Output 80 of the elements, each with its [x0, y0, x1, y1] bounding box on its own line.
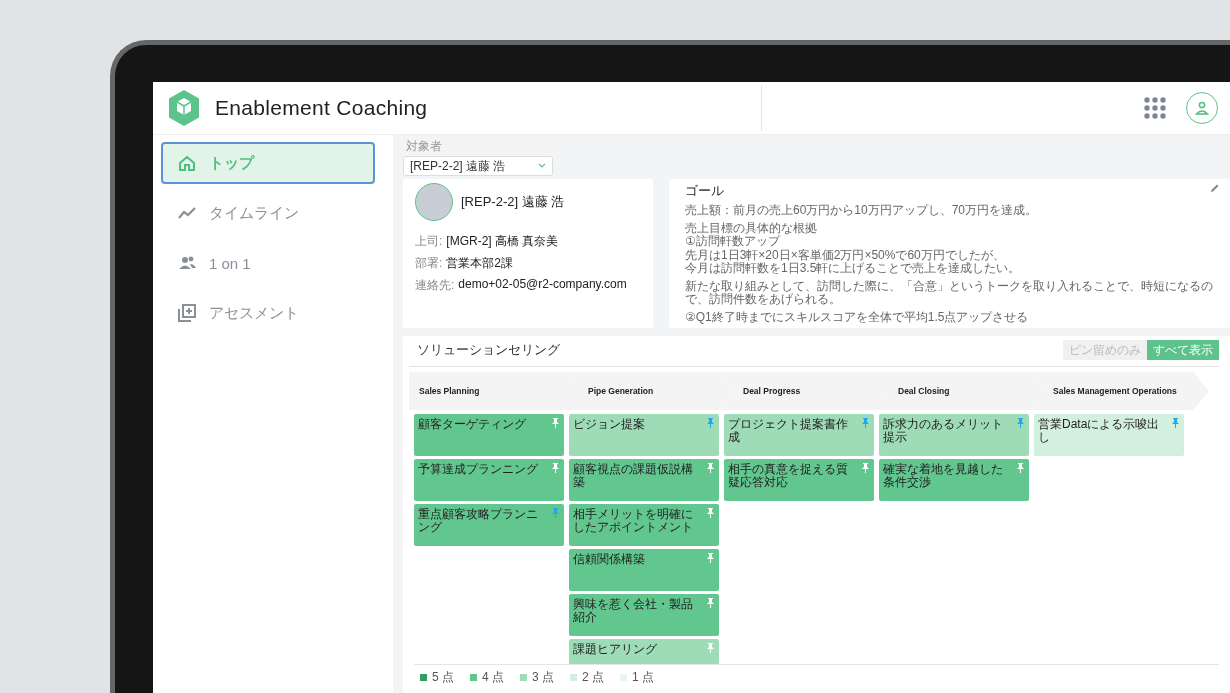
skill-card[interactable]: 予算達成プランニング: [414, 459, 564, 501]
person-icon: [1195, 101, 1209, 115]
pushpin-icon[interactable]: [706, 508, 715, 518]
skill-label: 顧客視点の課題仮説構築: [573, 463, 694, 489]
pushpin-icon[interactable]: [1016, 418, 1025, 428]
pushpin-icon[interactable]: [706, 553, 715, 563]
skill-card[interactable]: 興味を惹く会社・製品紹介: [569, 594, 719, 636]
legend-label: 3 点: [532, 669, 555, 686]
goal-title: ゴール: [685, 182, 724, 200]
goal-text-line: 新たな取り組みとして、訪問した際に、「合意」というトークを取り入れることで、時短になるので、訪問件数をあげられる。: [685, 279, 1214, 307]
field-value: demo+02-05@r2-company.com: [458, 277, 627, 293]
skill-card[interactable]: 訴求力のあるメリット提示: [879, 414, 1029, 456]
apps-grid-icon[interactable]: [1144, 97, 1166, 119]
skill-label: 興味を惹く会社・製品紹介: [573, 598, 694, 624]
pushpin-icon[interactable]: [706, 598, 715, 608]
legend-label: 1 点: [632, 669, 655, 686]
skill-card[interactable]: 信頼関係構築: [569, 549, 719, 591]
stage-header: Sales Management Operations: [1029, 372, 1209, 410]
chevron-down-icon: [538, 163, 546, 169]
legend-label: 4 点: [482, 669, 505, 686]
skill-label: 訴求力のあるメリット提示: [883, 418, 1004, 444]
pushpin-icon[interactable]: [551, 418, 560, 428]
stage-header: Deal Progress: [719, 372, 890, 410]
skill-label: 信頼関係構築: [573, 553, 645, 566]
pushpin-icon[interactable]: [1171, 418, 1180, 428]
goal-text-line: 今月は訪問軒数を1日3.5軒に上げることで売上を達成したい。: [685, 262, 1021, 276]
skill-label: ビジョン提案: [573, 418, 645, 431]
target-select[interactable]: [REP-2-2] 遠藤 浩: [403, 156, 553, 176]
skill-card[interactable]: ビジョン提案: [569, 414, 719, 456]
section-title: ソリューションセリング: [417, 341, 560, 359]
pushpin-icon[interactable]: [551, 463, 560, 473]
stage-header: Sales Planning: [409, 372, 580, 410]
logo-icon: [167, 89, 201, 127]
field-value: [MGR-2] 高橋 真奈美: [446, 233, 559, 250]
skill-card[interactable]: 顧客視点の課題仮説構築: [569, 459, 719, 501]
pushpin-icon[interactable]: [706, 418, 715, 428]
skill-label: プロジェクト提案書作成: [728, 418, 849, 444]
goal-text-line: 売上目標の具体的な根拠: [685, 221, 817, 235]
field-label: 上司:: [415, 233, 443, 250]
goal-text-line: ②Q1終了時までにスキルスコアを全体で平均1.5点アップさせる: [685, 310, 1029, 324]
skill-label: 相手メリットを明確にしたアポイントメント: [573, 508, 694, 534]
field-label: 連絡先:: [415, 277, 455, 294]
skill-label: 確実な着地を見越した条件交渉: [883, 463, 1004, 489]
skill-label: 営業Dataによる示唆出し: [1038, 418, 1161, 444]
field-value: 営業本部2課: [446, 255, 514, 272]
skill-card[interactable]: プロジェクト提案書作成: [724, 414, 874, 456]
legend-label: 2 点: [582, 669, 605, 686]
goal-text-line: ①訪問軒数アップ: [685, 235, 780, 249]
select-label: 対象者: [406, 138, 443, 155]
skill-label: 重点顧客攻略プランニング: [418, 508, 539, 534]
pushpin-icon[interactable]: [706, 643, 715, 653]
skill-label: 予算達成プランニング: [418, 463, 538, 476]
add-stack-icon: [177, 303, 197, 323]
skill-card[interactable]: 相手の真意を捉える質疑応答対応: [724, 459, 874, 501]
field-label: 部署:: [415, 255, 443, 272]
pushpin-icon[interactable]: [706, 463, 715, 473]
home-icon: [177, 153, 197, 173]
skill-label: 相手の真意を捉える質疑応答対応: [728, 463, 849, 489]
skill-label: 課題ヒアリング: [573, 643, 657, 656]
profile-name: [REP-2-2] 遠藤 浩: [461, 193, 565, 211]
skill-card[interactable]: 顧客ターゲティング: [414, 414, 564, 456]
pushpin-icon[interactable]: [861, 463, 870, 473]
goal-text-line: 売上額：前月の売上60万円から10万円アップし、70万円を達成。: [685, 204, 1038, 218]
pushpin-icon[interactable]: [1016, 463, 1025, 473]
skill-card[interactable]: 確実な着地を見越した条件交渉: [879, 459, 1029, 501]
edit-icon[interactable]: [1210, 183, 1220, 193]
skill-card[interactable]: 営業Dataによる示唆出し: [1034, 414, 1184, 456]
pushpin-icon[interactable]: [551, 508, 560, 518]
skill-card[interactable]: 相手メリットを明確にしたアポイントメント: [569, 504, 719, 546]
stage-header: Deal Closing: [874, 372, 1045, 410]
skill-card[interactable]: 課題ヒアリング: [569, 639, 719, 664]
goal-text-line: 先月は1日3軒×20日×客単価2万円×50%で60万円でしたが、: [685, 248, 1005, 262]
user-avatar-button[interactable]: [1186, 92, 1218, 124]
pushpin-icon[interactable]: [861, 418, 870, 428]
photo-placeholder: [415, 183, 453, 221]
app-title: Enablement Coaching: [215, 96, 428, 120]
legend-label: 5 点: [432, 669, 454, 686]
skill-label: 顧客ターゲティング: [418, 418, 526, 431]
stage-header: Pipe Generation: [564, 372, 735, 410]
skill-card[interactable]: 重点顧客攻略プランニング: [414, 504, 564, 546]
